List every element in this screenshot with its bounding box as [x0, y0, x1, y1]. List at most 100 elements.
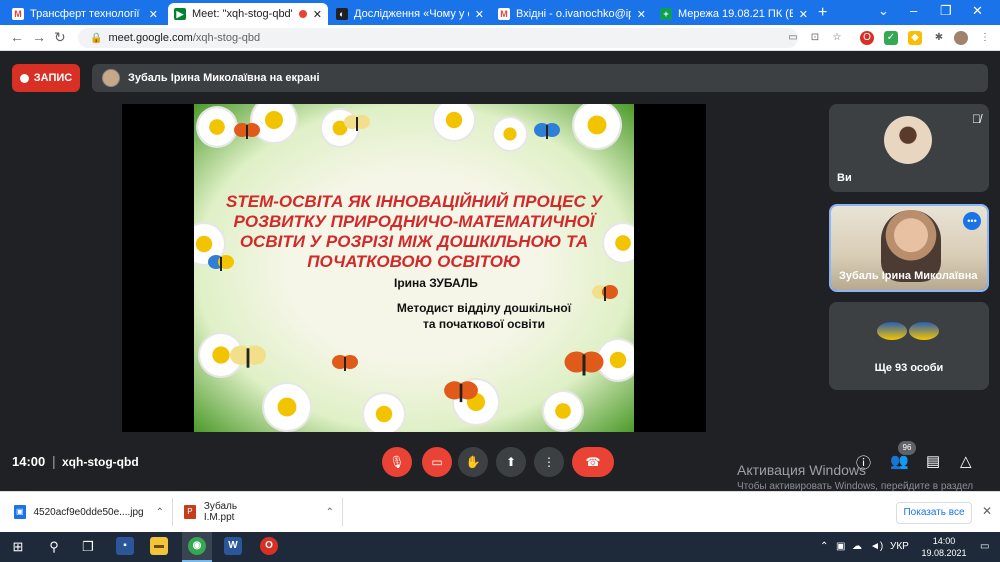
minimize-icon[interactable]: – [910, 3, 917, 18]
close-tab-icon[interactable]: ✕ [149, 8, 158, 21]
participant-tile-more[interactable]: Ще 93 особи [829, 302, 989, 390]
participant-name: Ви [837, 172, 852, 184]
save-app-icon[interactable]: ▪ [116, 537, 134, 555]
daisy-decoration [544, 392, 582, 430]
windows-start-icon[interactable]: ⊞ [8, 537, 28, 557]
tab-steam[interactable]: M Трансферт технології STEAM ✕ [6, 3, 164, 25]
onedrive-icon[interactable]: ☁ [852, 541, 862, 552]
notifications-icon[interactable]: ▭ [980, 541, 989, 552]
presenter-avatar [102, 69, 120, 87]
tab-meet[interactable]: ▶ Meet: "xqh-stog-qbd" ✕ [168, 3, 328, 25]
shield-ext-icon[interactable]: ✓ [884, 31, 898, 45]
profile-avatar[interactable] [954, 31, 968, 45]
bookmark-star-icon[interactable]: ☆ [830, 31, 844, 45]
participant-logos [877, 322, 941, 344]
close-tab-icon[interactable]: ✕ [637, 8, 646, 21]
close-tab-icon[interactable]: ✕ [313, 8, 322, 21]
close-icon[interactable]: ✕ [982, 504, 992, 518]
camera-off-icon: ▭ [431, 455, 443, 469]
presenting-banner: Зубаль Ірина Миколаївна на екрані [92, 64, 988, 92]
translate-icon[interactable]: ⊡ [808, 31, 822, 45]
chevron-up-icon[interactable]: ⌃ [326, 507, 334, 518]
privacy-ext-icon[interactable]: ◆ [908, 31, 922, 45]
volume-icon[interactable]: ◄) [870, 541, 883, 552]
browser-toolbar: ← → ↻ 🔒 meet.google.com/xqh-stog-qbd ▭ ⊡ … [0, 25, 1000, 51]
tab-inbox[interactable]: M Вхідні - o.ivanochko@ippo.e ✕ [492, 3, 652, 25]
search-icon[interactable]: ⚲ [44, 537, 64, 557]
download-item[interactable]: P Зубаль І.М.ppt ⌃ [184, 500, 334, 524]
meeting-time: 14:00 [12, 454, 46, 469]
meet-icon: ▶ [174, 8, 186, 20]
camera-icon[interactable]: ▭ [786, 31, 800, 45]
present-button[interactable]: ⬆ [496, 447, 526, 477]
tab-search-icon[interactable]: ⌄ [878, 3, 889, 19]
lock-icon: 🔒 [90, 33, 103, 44]
speaking-indicator-icon: ••• [963, 212, 981, 230]
divider [172, 498, 173, 526]
new-tab-button[interactable]: + [818, 4, 827, 22]
tab-research[interactable]: ◐ Дослідження «Чому у серпн ✕ [330, 3, 490, 25]
hangup-icon: ☎ [585, 455, 601, 469]
activities-icon[interactable]: △ [960, 452, 972, 470]
recording-button[interactable]: ЗАПИС [12, 64, 80, 92]
tab-sheet[interactable]: + Мережа 19.08.21 ПК (Відпов ✕ [654, 3, 814, 25]
daisy-decoration [264, 384, 310, 430]
url-host: meet.google.com [108, 32, 193, 44]
keyboard-language[interactable]: УКР [890, 541, 909, 552]
forward-icon[interactable]: → [32, 29, 46, 45]
close-window-icon[interactable]: ✕ [972, 3, 983, 19]
more-options-button[interactable]: ⋮ [534, 447, 564, 477]
site-icon: ◐ [336, 8, 348, 20]
meeting-code: xqh-stog-qbd [62, 455, 139, 469]
sheets-icon: + [660, 8, 672, 20]
mic-toggle-button[interactable]: 🎙 [382, 447, 412, 477]
chrome-icon[interactable]: ◉ [188, 537, 206, 555]
slide-title: STEM-освіта як інноваційний процес у роз… [226, 192, 602, 271]
address-bar[interactable]: 🔒 meet.google.com/xqh-stog-qbd [78, 28, 798, 48]
download-filename: Зубаль І.М.ppt [203, 501, 238, 523]
network-icon[interactable]: ▣ [836, 541, 845, 552]
participant-tile-speaker[interactable]: ••• Зубаль Ірина Миколаївна [829, 204, 989, 292]
menu-icon[interactable]: ⋮ [978, 31, 992, 45]
raise-hand-button[interactable]: ✋ [458, 447, 488, 477]
close-tab-icon[interactable]: ✕ [475, 8, 484, 21]
windows-activation-title: Активация Windows [737, 462, 867, 478]
file-explorer-icon[interactable]: ▬ [150, 537, 168, 555]
back-icon[interactable]: ← [10, 29, 24, 45]
mic-off-icon: 🎙̸ [972, 112, 981, 126]
daisy-decoration [198, 108, 236, 146]
chevron-up-icon[interactable]: ⌃ [156, 507, 164, 518]
tray-chevron-icon[interactable]: ⌃ [820, 541, 828, 552]
close-tab-icon[interactable]: ✕ [799, 8, 808, 21]
taskbar-time: 14:00 [932, 536, 956, 546]
butterfly-icon [344, 115, 370, 131]
chat-icon[interactable]: ▤ [926, 452, 940, 470]
extensions-icon[interactable]: ✱ [932, 31, 946, 45]
maximize-icon[interactable]: ❐ [940, 3, 952, 19]
word-icon[interactable]: W [224, 537, 242, 555]
download-item[interactable]: ▣ 4520acf9e0dde50e....jpg ⌃ [14, 500, 164, 524]
butterfly-icon [332, 355, 358, 371]
taskbar-clock[interactable]: 14:00 19.08.2021 [916, 535, 972, 559]
avatar [884, 116, 932, 164]
slide-role: Методист відділу дошкільної та початково… [396, 301, 572, 331]
taskbar-date: 19.08.2021 [921, 548, 967, 558]
recording-label: ЗАПИС [33, 72, 73, 84]
url-path: /xqh-stog-qbd [192, 32, 261, 44]
butterfly-icon [564, 351, 604, 376]
show-all-button[interactable]: Показать все [896, 502, 972, 524]
powerpoint-file-icon: P [184, 505, 196, 519]
participant-tile-self[interactable]: 🎙̸ Ви [829, 104, 989, 192]
recording-icon [298, 10, 307, 18]
opera-ext-icon[interactable]: O [860, 31, 874, 45]
record-dot-icon [19, 73, 29, 83]
daisy-decoration [364, 394, 404, 432]
task-view-icon[interactable]: ❐ [78, 537, 98, 557]
more-vert-icon: ⋮ [543, 455, 555, 469]
camera-toggle-button[interactable]: ▭ [422, 447, 452, 477]
reload-icon[interactable]: ↻ [54, 29, 66, 46]
download-filename: 4520acf9e0dde50e....jpg [33, 506, 144, 518]
butterfly-icon [230, 345, 266, 368]
leave-call-button[interactable]: ☎ [572, 447, 614, 477]
opera-icon[interactable]: O [260, 537, 278, 555]
